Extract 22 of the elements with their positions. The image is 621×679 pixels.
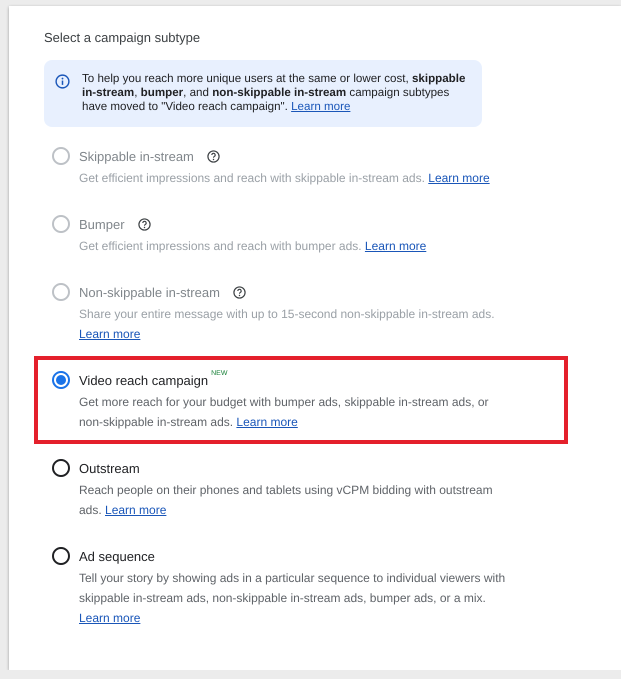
radio-button[interactable] xyxy=(52,371,70,389)
option-description: Tell your story by showing ads in a particular sequence to individual viewers with skippable in-stream ads, non-skippable in-stream ads, bumper ads, or a mix. Learn more xyxy=(79,570,506,627)
option-label: Skippable in-stream xyxy=(79,148,194,164)
learn-more-link[interactable]: Learn more xyxy=(105,503,166,517)
section-heading: Select a campaign subtype xyxy=(44,29,202,47)
option-description: Get efficient impressions and reach with bumper ads. Learn more xyxy=(79,238,428,255)
option-description: Reach people on their phones and tablets using vCPM bidding with outstream ads. Learn more xyxy=(79,482,494,519)
option-description: Get efficient impressions and reach with skippable in-stream ads. Learn more xyxy=(79,170,491,187)
radio-button[interactable] xyxy=(52,547,70,565)
radio-button[interactable] xyxy=(52,459,70,477)
learn-more-link[interactable]: Learn more xyxy=(236,415,298,429)
learn-more-link[interactable]: Learn more xyxy=(291,100,350,113)
info-text: To help you reach more unique users at the same or lower cost, skippable in-stream, bumper, and non-skippable in-stream campaign subtypes have moved to "Video reach campaign". Learn more xyxy=(82,72,466,114)
option-description: Get more reach for your budget with bumper ads, skippable in-stream ads, or non-skippable in-stream ads. Learn more xyxy=(79,394,490,431)
option-label: Video reach campaign xyxy=(79,372,208,388)
option-label: Outstream xyxy=(79,460,140,476)
option-label: Non-skippable in-stream xyxy=(79,284,220,300)
option-description: Share your entire message with up to 15-second non-skippable in-stream ads. Learn more xyxy=(79,306,496,343)
option-label: Ad sequence xyxy=(79,548,155,564)
option-label: Bumper xyxy=(79,216,125,232)
learn-more-link[interactable]: Learn more xyxy=(79,611,140,625)
info-icon xyxy=(55,74,70,89)
